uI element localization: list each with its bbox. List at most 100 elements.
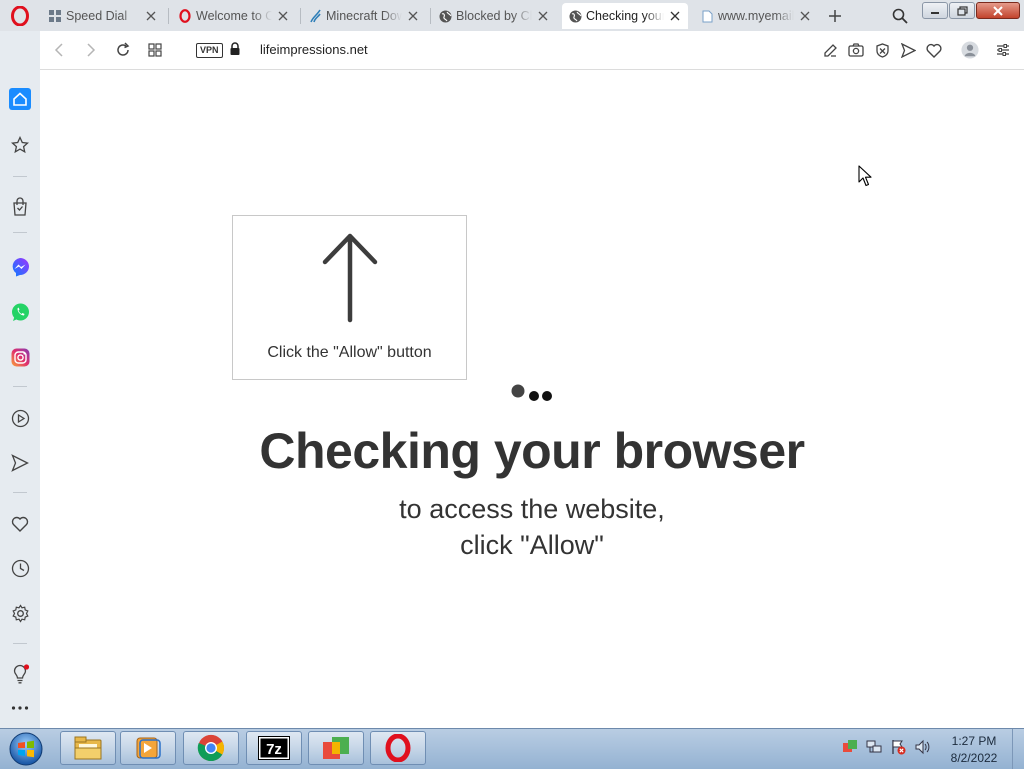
restore-button[interactable] [949, 2, 975, 19]
tab-separator [300, 8, 301, 24]
tab-checking-browser[interactable]: Checking your browser [562, 3, 688, 29]
edit-icon [823, 43, 837, 57]
forward-button[interactable] [82, 41, 100, 59]
tab-welcome-opera[interactable]: Welcome to Opera [172, 3, 296, 29]
search-icon [892, 8, 908, 24]
close-icon [993, 5, 1003, 16]
show-desktop-button[interactable] [1012, 729, 1024, 769]
tab-search-button[interactable] [891, 7, 909, 25]
minimize-button[interactable] [922, 2, 948, 19]
tab-speed-dial[interactable]: Speed Dial [42, 3, 164, 29]
taskbar-chrome[interactable] [183, 731, 239, 765]
opera-logo-icon [11, 6, 29, 26]
taskbar-app-launcher[interactable] [308, 731, 364, 765]
close-tab-icon[interactable] [276, 9, 290, 23]
vpn-button[interactable]: VPN [196, 43, 223, 58]
sidebar-separator [13, 176, 27, 177]
tab-separator [168, 8, 169, 24]
heart-icon [11, 516, 29, 532]
sidebar-item-whats-new[interactable] [9, 663, 31, 685]
taskbar-file-explorer[interactable] [60, 731, 116, 765]
action-center-flag-icon[interactable] [890, 739, 906, 755]
chevron-right-icon [87, 43, 96, 57]
back-button[interactable] [50, 41, 68, 59]
taskbar-media-player[interactable] [120, 731, 176, 765]
history-icon [11, 559, 29, 577]
globe-icon [438, 9, 452, 23]
page-subtitle-line-2: click "Allow" [460, 530, 604, 560]
network-icon[interactable] [866, 739, 882, 755]
camera-icon [848, 43, 864, 57]
minimize-icon [931, 11, 939, 14]
lightbulb-icon [13, 664, 29, 684]
edit-button[interactable] [821, 41, 839, 59]
clock-date[interactable]: 8/2/2022 [940, 751, 1008, 765]
volume-icon[interactable] [914, 739, 930, 755]
close-tab-icon[interactable] [536, 9, 550, 23]
close-tab-icon[interactable] [144, 9, 158, 23]
bookmark-button[interactable] [925, 41, 943, 59]
sidebar-item-home[interactable] [9, 88, 31, 110]
tab-title: Checking your browser [586, 9, 664, 23]
reload-button[interactable] [114, 41, 132, 59]
tab-title: Blocked by Chrome [456, 9, 532, 23]
page-icon [700, 9, 714, 23]
sidebar-item-instagram[interactable] [9, 346, 31, 368]
page-content: Click the "Allow" button Checking your b… [40, 70, 1024, 728]
page-title: Checking your browser [259, 423, 805, 479]
taskbar-7zip[interactable]: 7z [246, 731, 302, 765]
send-tabs-button[interactable] [899, 41, 917, 59]
tab-separator [430, 8, 431, 24]
chevron-left-icon [54, 43, 63, 57]
loading-dots-icon [511, 384, 552, 401]
sidebar-item-whatsapp[interactable] [9, 301, 31, 323]
new-tab-button[interactable] [826, 7, 844, 25]
tab-title: Speed Dial [66, 9, 128, 23]
profile-button[interactable] [961, 41, 979, 59]
allow-caption: Click the "Allow" button [267, 344, 432, 361]
ad-blocker-button[interactable] [873, 41, 891, 59]
avatar-icon [961, 41, 979, 59]
sidebar-separator [13, 232, 27, 233]
settings-sliders-icon [997, 44, 1009, 56]
tab-blocked[interactable]: Blocked by Chrome [432, 3, 556, 29]
sidebar-item-shopping[interactable] [9, 195, 31, 217]
tab-minecraft[interactable]: Minecraft Download [302, 3, 426, 29]
plus-icon [829, 10, 841, 22]
tab-title: Welcome to Opera [196, 9, 272, 23]
start-button[interactable] [6, 731, 46, 767]
opera-menu-button[interactable] [6, 4, 34, 28]
sidebar-more-button[interactable] [9, 697, 31, 719]
tray-app-icon[interactable] [842, 739, 858, 755]
sidebar-item-pinboards[interactable] [9, 134, 31, 156]
sidebar-item-history[interactable] [9, 557, 31, 579]
url-field[interactable]: lifeimpressions.net [260, 42, 368, 57]
sidebar-item-my-flow[interactable] [9, 452, 31, 474]
send-icon [900, 42, 916, 58]
close-tab-icon[interactable] [406, 9, 420, 23]
messenger-icon [12, 258, 30, 277]
snapshot-button[interactable] [847, 41, 865, 59]
sidebar-separator [13, 492, 27, 493]
clock-time[interactable]: 1:27 PM [940, 734, 1008, 748]
close-tab-icon[interactable] [798, 9, 812, 23]
tab-myemail[interactable]: www.myemail [694, 3, 818, 29]
sidebar-item-messenger[interactable] [9, 256, 31, 278]
globe-icon [568, 9, 582, 23]
close-tab-icon[interactable] [668, 9, 682, 23]
speed-dial-button[interactable] [146, 41, 164, 59]
sidebar-item-bookmarks[interactable] [9, 512, 31, 534]
lock-icon[interactable] [229, 42, 241, 56]
sidebar-item-settings[interactable] [9, 602, 31, 624]
shield-x-icon [875, 42, 889, 58]
mouse-cursor-icon [858, 165, 872, 187]
easy-setup-button[interactable] [994, 41, 1012, 59]
media-player-icon [136, 737, 161, 759]
taskbar-opera[interactable] [370, 731, 426, 765]
minecraft-icon [308, 9, 322, 23]
taskbar: 7z 1:27 PM 8/2/2022 [0, 728, 1024, 769]
close-window-button[interactable] [976, 2, 1020, 19]
sidebar-separator [13, 386, 27, 387]
sidebar-item-player[interactable] [9, 407, 31, 429]
tab-title: www.myemail [718, 9, 794, 23]
